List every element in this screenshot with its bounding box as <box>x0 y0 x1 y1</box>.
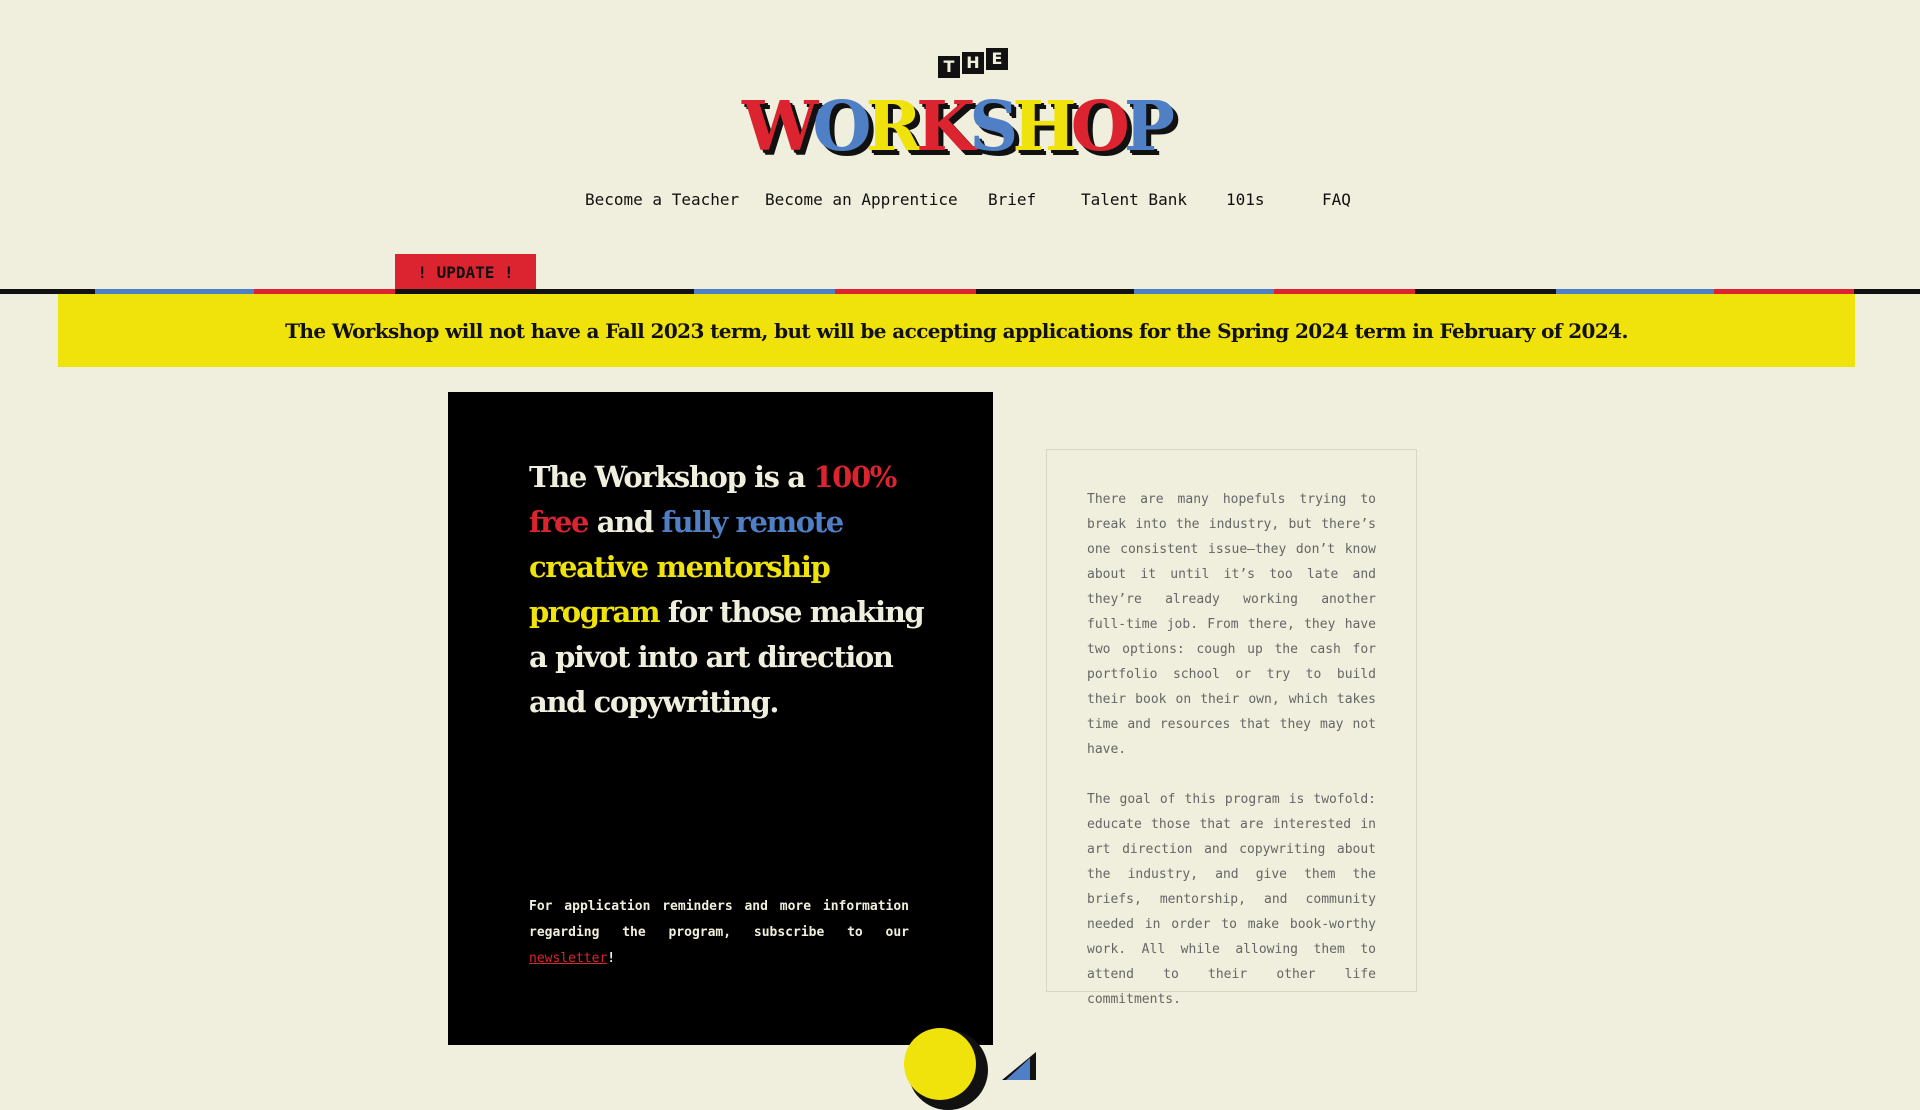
newsletter-note-text: For application reminders and more infor… <box>529 899 909 940</box>
hero-headline-intro: The Workshop is a <box>529 460 806 494</box>
update-banner: The Workshop will not have a Fall 2023 t… <box>58 294 1855 367</box>
logo-letter: W <box>742 87 818 167</box>
nav-become-teacher[interactable]: Become a Teacher <box>585 190 739 209</box>
logo-wordmark: WORKSHOP <box>742 87 1175 167</box>
logo-letter: H <box>1012 87 1076 167</box>
logo-letter: K <box>916 87 975 167</box>
decorative-triangle-icon <box>1002 1052 1036 1080</box>
newsletter-note: For application reminders and more infor… <box>529 894 909 972</box>
hero-card: The Workshop is a 100% free and fully re… <box>448 392 993 1045</box>
logo-letter: S <box>969 87 1018 167</box>
main-nav: Become a Teacher Become an Apprentice Br… <box>0 190 1920 220</box>
site-logo[interactable]: T H E WORKSHOP <box>0 48 1920 162</box>
decorative-yellow-circle <box>904 1028 976 1100</box>
description-paragraph: The goal of this program is twofold: edu… <box>1087 792 1376 1007</box>
program-description: There are many hopefuls trying to break … <box>1046 449 1417 1007</box>
update-banner-text: The Workshop will not have a Fall 2023 t… <box>285 318 1628 343</box>
nav-talent-bank[interactable]: Talent Bank <box>1081 190 1187 209</box>
description-paragraph: There are many hopefuls trying to break … <box>1087 492 1376 757</box>
logo-letter: R <box>865 87 922 167</box>
logo-letter: O <box>1070 87 1130 167</box>
hero-headline: The Workshop is a 100% free and fully re… <box>529 455 949 725</box>
stripe-segment <box>1854 289 1920 294</box>
logo-the-letter: E <box>986 48 1008 70</box>
update-tab: ! UPDATE ! <box>395 254 536 290</box>
logo-letter: O <box>812 87 871 167</box>
newsletter-link[interactable]: newsletter <box>529 951 607 966</box>
logo-the-letter: H <box>962 52 984 74</box>
hero-headline-remote: fully remote <box>661 505 844 539</box>
newsletter-note-suffix: ! <box>607 951 616 966</box>
nav-101s[interactable]: 101s <box>1226 190 1265 209</box>
hero-headline-and: and <box>596 505 654 539</box>
logo-the-letter: T <box>938 56 960 78</box>
nav-brief[interactable]: Brief <box>988 190 1036 209</box>
nav-become-apprentice[interactable]: Become an Apprentice <box>765 190 958 209</box>
nav-faq[interactable]: FAQ <box>1322 190 1351 209</box>
logo-letter: P <box>1123 87 1175 167</box>
